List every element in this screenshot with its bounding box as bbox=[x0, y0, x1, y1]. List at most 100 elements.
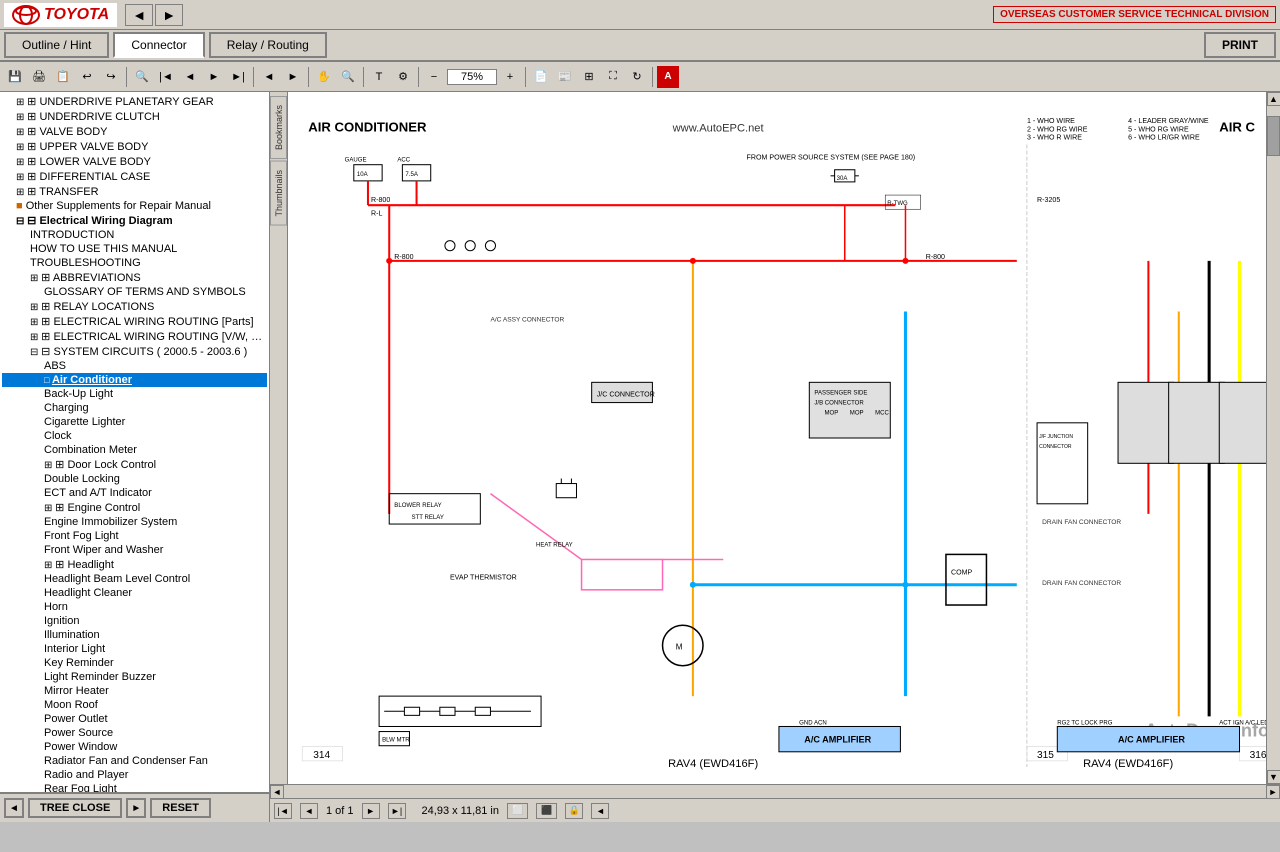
prev-button[interactable]: ◄ bbox=[179, 66, 201, 88]
tree-item[interactable]: Illumination bbox=[2, 628, 267, 642]
status-prev-page[interactable]: ◄ bbox=[300, 803, 318, 819]
tree-item[interactable]: TROUBLESHOOTING bbox=[2, 256, 267, 270]
tree-item[interactable]: ⊞ Engine Control bbox=[2, 500, 267, 515]
tree-item[interactable]: GLOSSARY OF TERMS AND SYMBOLS bbox=[2, 285, 267, 299]
tree-item[interactable]: ⊞ UNDERDRIVE CLUTCH bbox=[2, 109, 267, 124]
spread-button[interactable]: ⊞ bbox=[578, 66, 600, 88]
print-button[interactable]: PRINT bbox=[1204, 32, 1276, 58]
tree-item[interactable]: ⊞ ELECTRICAL WIRING ROUTING [V/W, G/P, S… bbox=[2, 329, 267, 344]
tree-item[interactable]: ⊞ RELAY LOCATIONS bbox=[2, 299, 267, 314]
tree-item[interactable]: Charging bbox=[2, 401, 267, 415]
prev-page-button[interactable]: |◄ bbox=[155, 66, 177, 88]
scroll-thumb[interactable] bbox=[1267, 116, 1280, 156]
tree-item[interactable]: Radio and Player bbox=[2, 768, 267, 782]
undo-tool-button[interactable]: ↩ bbox=[76, 66, 98, 88]
tree-item[interactable]: ⊞ UNDERDRIVE PLANETARY GEAR bbox=[2, 94, 267, 109]
tree-item[interactable]: Headlight Beam Level Control bbox=[2, 572, 267, 586]
tab-outline-hint[interactable]: Outline / Hint bbox=[4, 32, 109, 58]
tree-item[interactable]: Power Outlet bbox=[2, 712, 267, 726]
tab-relay-routing[interactable]: Relay / Routing bbox=[209, 32, 327, 58]
tree-item[interactable]: Engine Immobilizer System bbox=[2, 515, 267, 529]
tree-item[interactable]: HOW TO USE THIS MANUAL bbox=[2, 242, 267, 256]
fit-page-button[interactable]: ⬜ bbox=[507, 803, 528, 819]
tree-item[interactable]: ⊞ UPPER VALVE BODY bbox=[2, 139, 267, 154]
tree-item[interactable]: ABS bbox=[2, 359, 267, 373]
tree-item[interactable]: Headlight Cleaner bbox=[2, 586, 267, 600]
tree-close-button[interactable]: TREE CLOSE bbox=[28, 798, 122, 818]
next-button[interactable]: ► bbox=[203, 66, 225, 88]
tree-item[interactable]: Combination Meter bbox=[2, 443, 267, 457]
prev-nav-button[interactable]: ◄ bbox=[258, 66, 280, 88]
tree-item[interactable]: □ Air Conditioner bbox=[2, 373, 267, 387]
tree-item[interactable]: ⊟ Electrical Wiring Diagram bbox=[2, 213, 267, 228]
tree-item[interactable]: Moon Roof bbox=[2, 698, 267, 712]
tree-item[interactable]: ⊞ ABBREVIATIONS bbox=[2, 270, 267, 285]
nav-back-button[interactable]: ◄ bbox=[125, 4, 153, 26]
next-nav-button[interactable]: ► bbox=[282, 66, 304, 88]
tree-item[interactable]: ⊞ Door Lock Control bbox=[2, 457, 267, 472]
tree-item[interactable]: ⊞ LOWER VALVE BODY bbox=[2, 154, 267, 169]
tree-item[interactable]: ⊞ ELECTRICAL WIRING ROUTING [Parts] bbox=[2, 314, 267, 329]
bookmarks-tab[interactable]: Bookmarks bbox=[270, 96, 287, 159]
tree-item[interactable]: ⊞ TRANSFER bbox=[2, 184, 267, 199]
scroll-right-arrow[interactable]: ► bbox=[1266, 785, 1280, 799]
tree-item[interactable]: Ignition bbox=[2, 614, 267, 628]
scroll-left-arrow[interactable]: ◄ bbox=[270, 785, 284, 799]
tree-item[interactable]: ⊞ VALVE BODY bbox=[2, 124, 267, 139]
diagram-scrollbar-vertical[interactable]: ▲ ▼ bbox=[1266, 92, 1280, 784]
tree-item[interactable]: Back-Up Light bbox=[2, 387, 267, 401]
tree-item[interactable]: Radiator Fan and Condenser Fan bbox=[2, 754, 267, 768]
tree-item[interactable]: Power Window bbox=[2, 740, 267, 754]
two-page-button[interactable]: 📰 bbox=[554, 66, 576, 88]
next-page-button[interactable]: ►| bbox=[227, 66, 249, 88]
scroll-track[interactable] bbox=[1267, 106, 1280, 770]
tree-item[interactable]: Double Locking bbox=[2, 472, 267, 486]
tree-item[interactable]: Key Reminder bbox=[2, 656, 267, 670]
tree-nav-fwd[interactable]: ► bbox=[126, 798, 146, 818]
status-first-page[interactable]: |◄ bbox=[274, 803, 292, 819]
diagram-scrollbar-horizontal[interactable]: ◄ ► bbox=[270, 784, 1280, 798]
tree-item[interactable]: Power Source bbox=[2, 726, 267, 740]
redo-tool-button[interactable]: ↪ bbox=[100, 66, 122, 88]
adobe-button[interactable]: A bbox=[657, 66, 679, 88]
status-next-page[interactable]: ► bbox=[362, 803, 380, 819]
tree-area[interactable]: ⊞ UNDERDRIVE PLANETARY GEAR⊞ UNDERDRIVE … bbox=[0, 92, 269, 792]
copy-tool-button[interactable]: 📋 bbox=[52, 66, 74, 88]
tab-connector[interactable]: Connector bbox=[113, 32, 204, 58]
settings-tool-button[interactable]: ⚙ bbox=[392, 66, 414, 88]
zoom-in-button[interactable]: 🔍 bbox=[337, 66, 359, 88]
h-scroll-track[interactable] bbox=[284, 785, 1266, 798]
zoom-out-button[interactable]: − bbox=[423, 66, 445, 88]
save-tool-button[interactable]: 💾 bbox=[4, 66, 26, 88]
tree-item[interactable]: INTRODUCTION bbox=[2, 228, 267, 242]
tree-item[interactable]: Light Reminder Buzzer bbox=[2, 670, 267, 684]
hand-tool-button[interactable]: ✋ bbox=[313, 66, 335, 88]
tree-item[interactable]: Interior Light bbox=[2, 642, 267, 656]
scroll-down-arrow[interactable]: ▼ bbox=[1267, 770, 1280, 784]
rotate-button[interactable]: ↻ bbox=[626, 66, 648, 88]
tree-item[interactable]: Rear Fog Light bbox=[2, 782, 267, 792]
nav-forward-button[interactable]: ► bbox=[155, 4, 183, 26]
scroll-up-arrow[interactable]: ▲ bbox=[1267, 92, 1280, 106]
tree-item[interactable]: ⊟ SYSTEM CIRCUITS ( 2000.5 - 2003.6 ) bbox=[2, 344, 267, 359]
full-screen-button[interactable]: ⛶ bbox=[602, 66, 624, 88]
print-tool-button[interactable]: 🖨 bbox=[28, 66, 50, 88]
tree-item[interactable]: Clock bbox=[2, 429, 267, 443]
tree-item[interactable]: Mirror Heater bbox=[2, 684, 267, 698]
status-last-page[interactable]: ►| bbox=[388, 803, 406, 819]
tree-item[interactable]: ECT and A/T Indicator bbox=[2, 486, 267, 500]
page-view-button[interactable]: 📄 bbox=[530, 66, 552, 88]
tree-item[interactable]: ■ Other Supplements for Repair Manual bbox=[2, 199, 267, 213]
tree-item[interactable]: ⊞ DIFFERENTIAL CASE bbox=[2, 169, 267, 184]
lock-button[interactable]: 🔒 bbox=[565, 803, 583, 819]
search-tool-button[interactable]: 🔍 bbox=[131, 66, 153, 88]
tree-item[interactable]: Horn bbox=[2, 600, 267, 614]
reset-button[interactable]: RESET bbox=[150, 798, 211, 818]
tree-item[interactable]: Cigarette Lighter bbox=[2, 415, 267, 429]
thumbnails-tab[interactable]: Thumbnails bbox=[270, 161, 287, 226]
text-tool-button[interactable]: T bbox=[368, 66, 390, 88]
tree-item[interactable]: Front Fog Light bbox=[2, 529, 267, 543]
zoom-plus-button[interactable]: + bbox=[499, 66, 521, 88]
tree-item[interactable]: ⊞ Headlight bbox=[2, 557, 267, 572]
status-extra-button[interactable]: ◄ bbox=[591, 803, 609, 819]
